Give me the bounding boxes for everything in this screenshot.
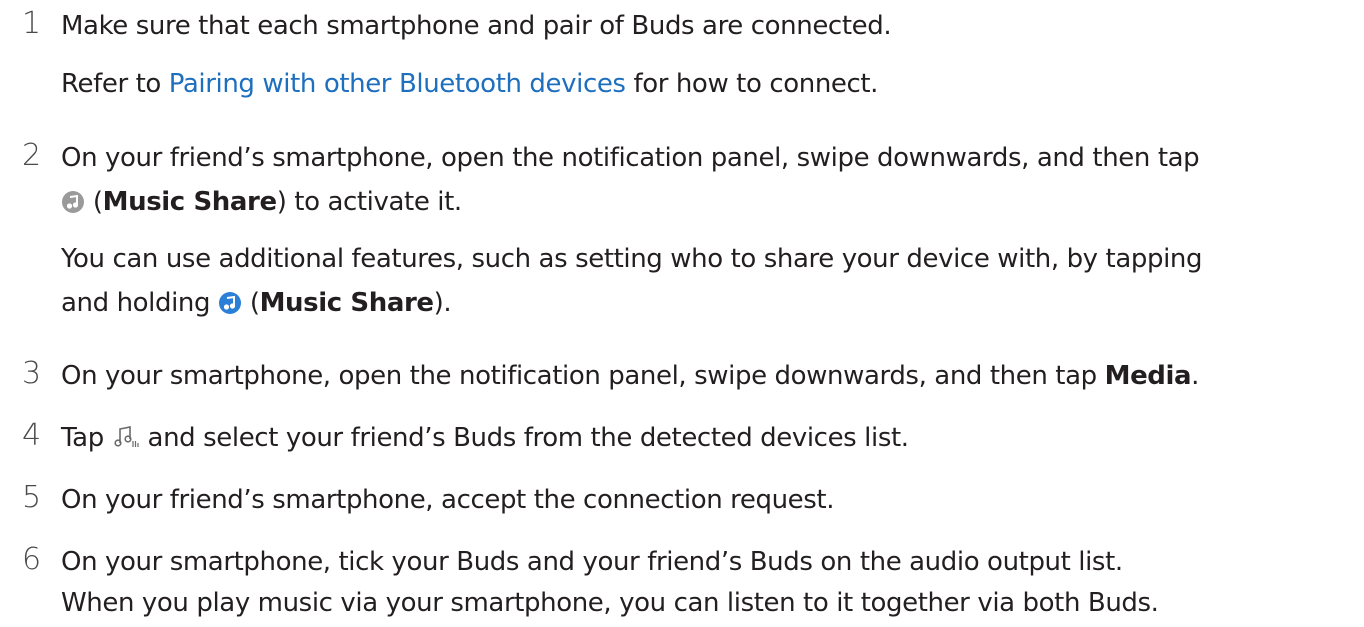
text-fragment: . [1191, 361, 1200, 391]
step-text: Make sure that each smartphone and pair … [61, 11, 892, 41]
text-fragment: ( [85, 187, 103, 217]
text-fragment: ( [241, 288, 260, 318]
step-number: 2 [22, 138, 42, 173]
step-text: Refer to Pairing with other Bluetooth de… [61, 66, 878, 102]
step-text: On your friend’s smartphone, open the no… [61, 143, 1200, 173]
text-fragment: ). [433, 288, 452, 318]
text-fragment: ) to activate it. [276, 187, 462, 217]
step-text: When you play music via your smartphone,… [61, 588, 1159, 618]
music-share-label: Music Share [259, 288, 434, 318]
music-share-label: Music Share [102, 187, 277, 217]
media-label: Media [1104, 361, 1192, 391]
step-text: Tap and select your friend’s Buds from t… [61, 420, 909, 460]
step-number: 6 [22, 542, 42, 577]
step-number: 3 [22, 356, 42, 391]
step-text: (Music Share) to activate it. [61, 184, 462, 224]
text-fragment: and select your friend’s Buds from the d… [139, 423, 909, 453]
text-fragment: for how to connect. [625, 69, 879, 99]
pairing-link[interactable]: Pairing with other Bluetooth devices [169, 69, 626, 99]
step-text: On your smartphone, tick your Buds and y… [61, 547, 1123, 577]
text-fragment: and holding [61, 288, 218, 318]
step-text: and holding (Music Share). [61, 285, 452, 325]
step-text: On your smartphone, open the notificatio… [61, 358, 1199, 394]
music-share-off-icon [61, 188, 85, 224]
step-number: 1 [22, 6, 42, 41]
text-fragment: Tap [61, 423, 112, 453]
audio-output-icon [112, 424, 140, 460]
music-share-on-icon [218, 289, 242, 325]
text-fragment: Refer to [61, 69, 169, 99]
step-number: 4 [22, 418, 42, 453]
step-number: 5 [22, 480, 42, 515]
step-text: You can use additional features, such as… [61, 244, 1203, 274]
text-fragment: On your smartphone, open the notificatio… [61, 361, 1105, 391]
step-text: On your friend’s smartphone, accept the … [61, 485, 835, 515]
